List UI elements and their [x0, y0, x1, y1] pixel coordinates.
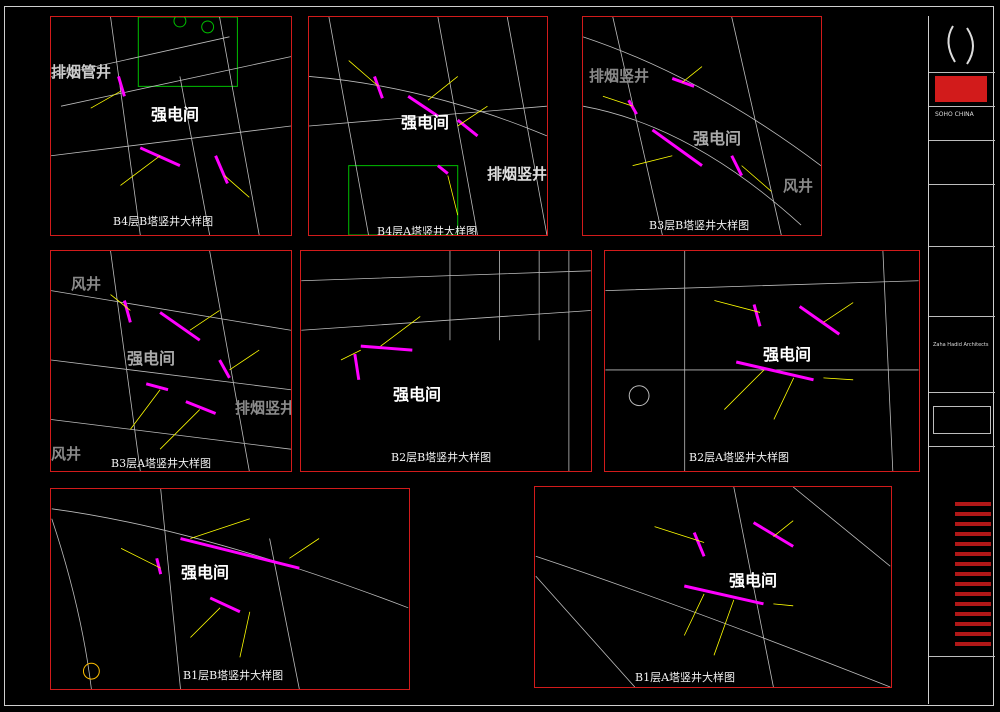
room-label: 强电间: [151, 105, 200, 124]
side-label-smoke-shaft: 排烟竖井: [487, 165, 548, 183]
side-label-air-shaft-top: 风井: [71, 275, 102, 293]
detail-panel-b4-b[interactable]: 排烟管井 强电间 B4层B塔竖井大样图: [50, 16, 292, 236]
detail-panel-b2-a[interactable]: 强电间 B2层A塔竖井大样图: [604, 250, 920, 472]
panel-title: B2层A塔竖井大样图: [689, 451, 790, 464]
panel-linework: [51, 17, 291, 235]
title-block-stamp-box: [933, 406, 991, 434]
side-label-smoke-shaft: 排烟管井: [51, 63, 112, 81]
room-label: 强电间: [393, 385, 442, 404]
architect-name: Zaha Hadid Architects: [933, 342, 989, 348]
title-block-divider: [929, 106, 995, 107]
title-block-divider: [929, 184, 995, 185]
title-block-divider: [929, 392, 995, 393]
revision-table: [955, 496, 991, 646]
detail-panel-b4-a[interactable]: 强电间 排烟竖井 B4层A塔竖井大样图: [308, 16, 548, 236]
detail-panel-b1-b[interactable]: 强电间 B1层B塔竖井大样图: [50, 488, 410, 690]
client-name: SOHO CHINA: [935, 111, 974, 118]
title-block-red-stamp: [935, 76, 987, 102]
detail-panel-b3-a[interactable]: 风井 强电间 排烟竖井 风井 B3层A塔竖井大样图: [50, 250, 292, 472]
room-label: 强电间: [181, 563, 230, 582]
cad-drawing-sheet: 排烟管井 强电间 B4层B塔竖井大样图 强电间 排烟竖井 B4层A塔竖井大样图 …: [0, 0, 1000, 712]
title-block-divider: [929, 446, 995, 447]
panel-title: B4层B塔竖井大样图: [113, 215, 214, 228]
panel-title: B2层B塔竖井大样图: [391, 451, 492, 464]
panel-linework: [51, 489, 409, 689]
panel-title: B1层A塔竖井大样图: [635, 671, 736, 684]
side-label-smoke-shaft: 排烟竖井: [235, 399, 292, 417]
detail-panel-b1-a[interactable]: 强电间 B1层A塔竖井大样图: [534, 486, 892, 688]
panel-title: B1层B塔竖井大样图: [183, 669, 284, 682]
title-block-divider: [929, 246, 995, 247]
title-block-divider: [929, 656, 995, 657]
room-label: 强电间: [729, 571, 778, 590]
title-block-divider: [929, 140, 995, 141]
title-block: SOHO CHINA Zaha Hadid Architects: [928, 16, 995, 704]
panel-linework: [535, 487, 891, 687]
detail-panel-b2-b[interactable]: 强电间 B2层B塔竖井大样图: [300, 250, 592, 472]
soho-china-logo-icon: [947, 25, 974, 65]
room-label: 强电间: [763, 345, 812, 364]
side-label-smoke-shaft: 排烟竖井: [589, 67, 650, 85]
panel-title: B4层A塔竖井大样图: [377, 225, 478, 236]
title-block-divider: [929, 316, 995, 317]
panel-title: B3层B塔竖井大样图: [649, 219, 750, 232]
side-label-air-shaft: 风井: [783, 177, 814, 195]
panel-title: B3层A塔竖井大样图: [111, 457, 212, 470]
detail-panel-b3-b[interactable]: 排烟竖井 强电间 风井 B3层B塔竖井大样图: [582, 16, 822, 236]
room-label: 强电间: [401, 113, 450, 132]
side-label-air-shaft-bottom: 风井: [51, 445, 82, 463]
room-label: 强电间: [693, 129, 742, 148]
panel-linework: [301, 251, 591, 471]
room-label: 强电间: [127, 349, 176, 368]
panel-linework: [605, 251, 919, 471]
title-block-divider: [929, 72, 995, 73]
